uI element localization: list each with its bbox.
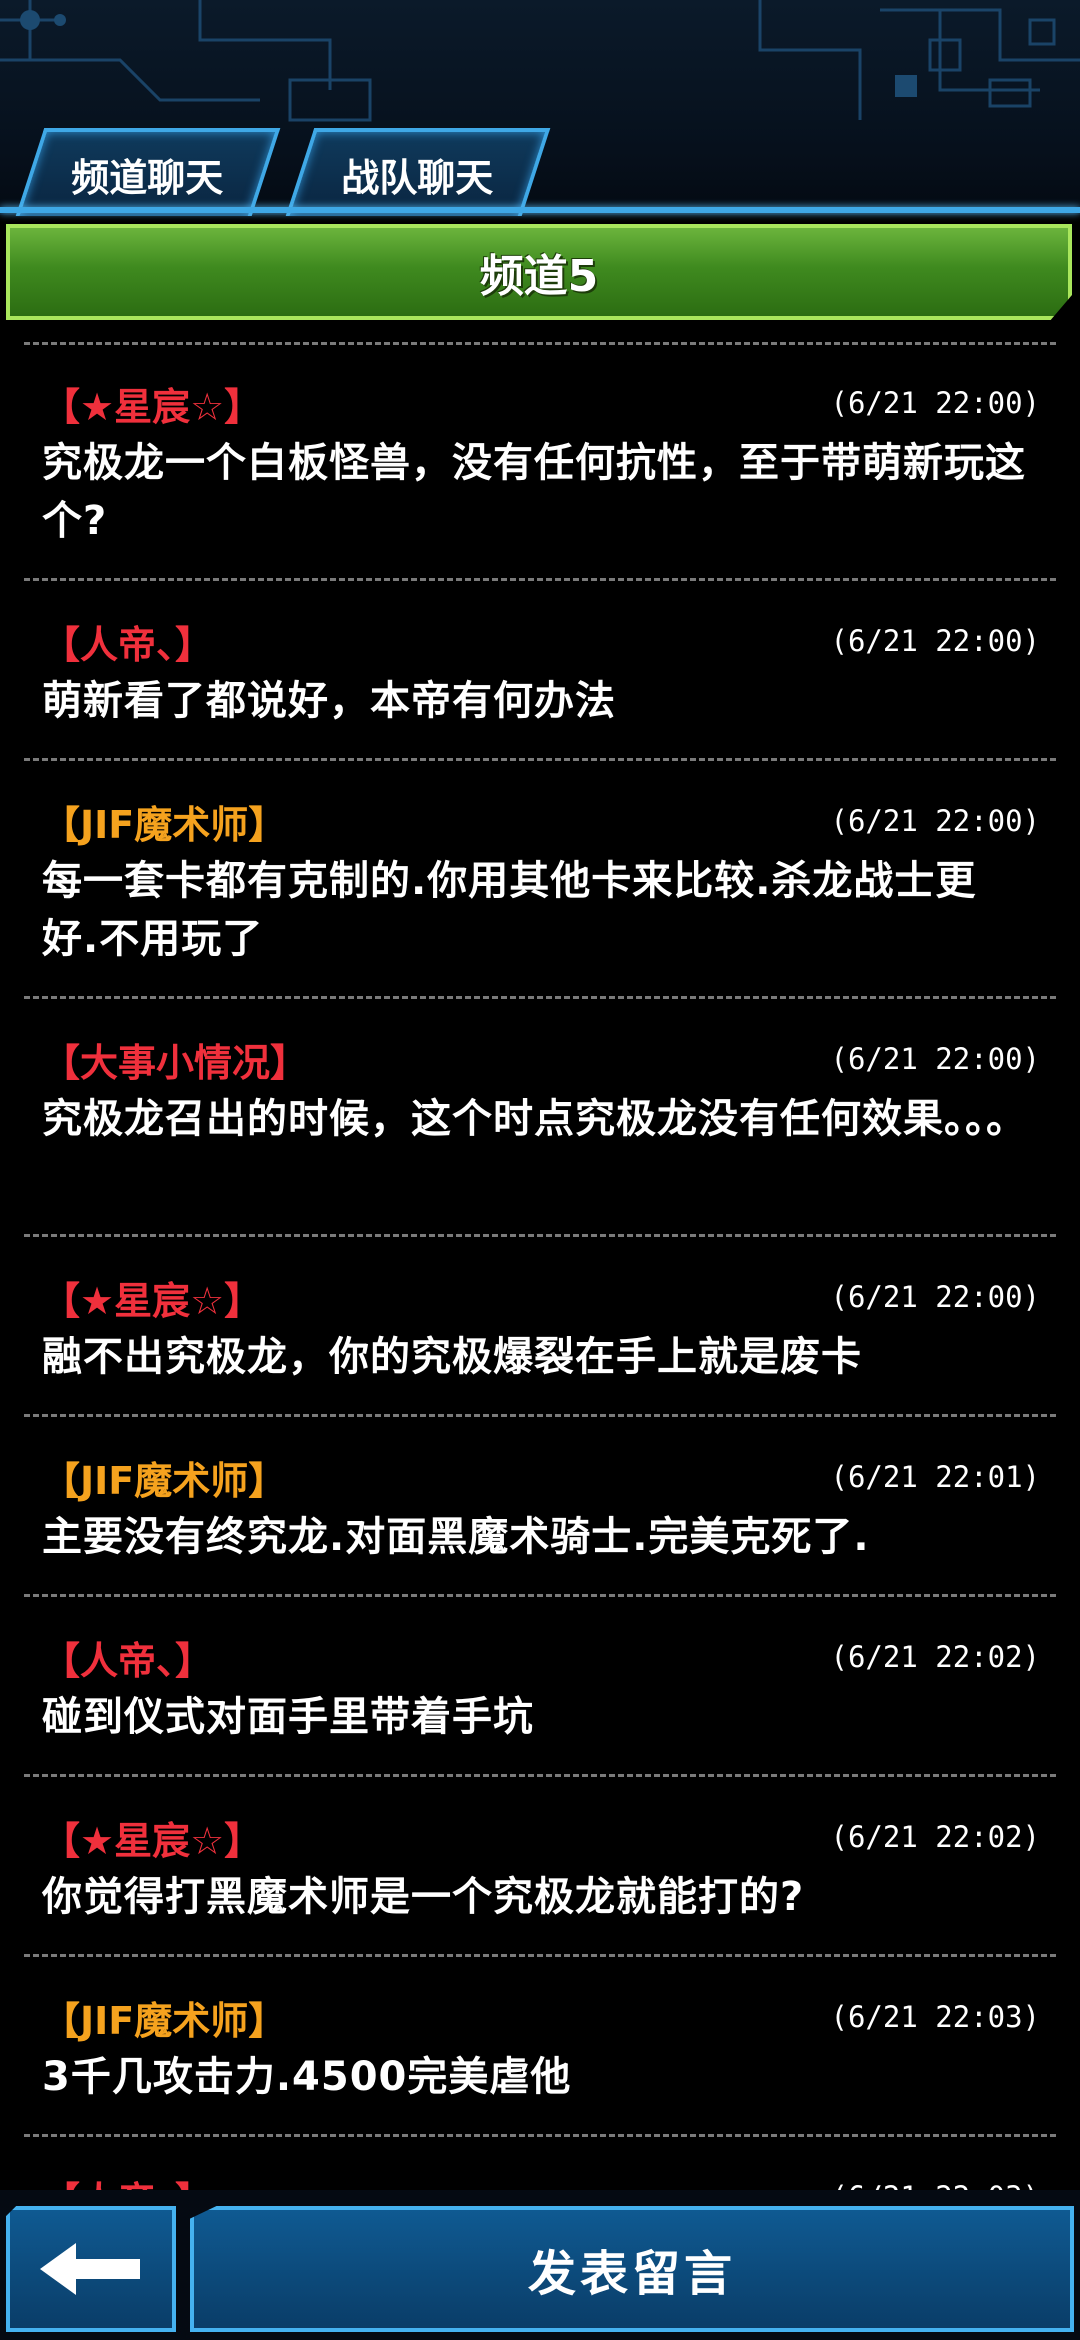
sender-name[interactable]: 【★星宸☆】 — [42, 1816, 262, 1866]
message-time: (6/21 22:00) — [830, 804, 1040, 838]
message-time: (6/21 22:02) — [830, 1820, 1040, 1854]
back-button[interactable] — [6, 2206, 176, 2332]
divider — [24, 1594, 1056, 1597]
channel-header: 频道5 — [6, 224, 1072, 320]
message-time: (6/21 22:00) — [830, 386, 1040, 420]
message-text: 究极龙召出的时候，这个时点究极龙没有任何效果。。。 — [42, 1096, 1027, 1142]
message-text: 萌新看了都说好，本帝有何办法 — [42, 678, 616, 724]
tab-underline — [0, 207, 1080, 213]
message-time: (6/21 22:03) — [830, 2180, 1040, 2190]
sender-name[interactable]: 【★星宸☆】 — [42, 1276, 262, 1326]
divider — [24, 578, 1056, 581]
message-time: (6/21 22:00) — [830, 1042, 1040, 1076]
tab-label: 战队聊天 — [341, 155, 494, 200]
message-list[interactable]: 【★星宸☆】 (6/21 22:00) 究极龙一个白板怪兽，没有任何抗性，至于带… — [0, 320, 1080, 2190]
message-text: 究极龙一个白板怪兽，没有任何抗性，至于带萌新玩这个? — [42, 440, 1026, 544]
sender-name[interactable]: 【JIF魔术师】 — [42, 1996, 286, 2046]
message-time: (6/21 22:01) — [830, 1460, 1040, 1494]
message-time: (6/21 22:00) — [830, 1280, 1040, 1314]
post-message-button[interactable]: 发表留言 — [190, 2206, 1074, 2332]
message-text: 主要没有终究龙.对面黑魔术骑士.完美克死了. — [42, 1514, 870, 1560]
message-time: (6/21 22:00) — [830, 624, 1040, 658]
divider — [24, 1414, 1056, 1417]
sender-name[interactable]: 【人帝、】 — [42, 1636, 213, 1686]
divider — [24, 1234, 1056, 1237]
message-time: (6/21 22:02) — [830, 1640, 1040, 1674]
message-text: 融不出究极龙，你的究极爆裂在手上就是废卡 — [42, 1334, 862, 1380]
bottom-bar: 发表留言 — [0, 2190, 1080, 2340]
tab-channel-chat[interactable]: 频道聊天 — [15, 128, 281, 216]
sender-name[interactable]: 【JIF魔术师】 — [42, 1456, 286, 1506]
tab-label: 频道聊天 — [71, 155, 224, 200]
sender-name[interactable]: 【JIF魔术师】 — [42, 800, 286, 850]
sender-name[interactable]: 【人帝、】 — [42, 620, 213, 670]
divider — [24, 342, 1056, 345]
sender-name[interactable]: 【大事小情况】 — [42, 1038, 308, 1088]
message-text: 3千几攻击力.4500完美虐他 — [42, 2054, 572, 2100]
channel-title: 频道5 — [479, 251, 599, 302]
divider — [24, 2134, 1056, 2137]
sender-name[interactable]: 【人帝、】 — [42, 2176, 213, 2190]
message-text: 你觉得打黑魔术师是一个究极龙就能打的? — [42, 1874, 805, 1920]
sender-name[interactable]: 【★星宸☆】 — [42, 382, 262, 432]
divider — [24, 996, 1056, 999]
divider — [24, 1954, 1056, 1957]
tab-team-chat[interactable]: 战队聊天 — [285, 128, 551, 216]
message-text: 碰到仪式对面手里带着手坑 — [42, 1694, 534, 1740]
message-time: (6/21 22:03) — [830, 2000, 1040, 2034]
message-text: 每一套卡都有克制的.你用其他卡来比较.杀龙战士更好.不用玩了 — [42, 858, 977, 962]
arrow-left-icon — [40, 2243, 140, 2295]
divider — [24, 758, 1056, 761]
divider — [24, 1774, 1056, 1777]
